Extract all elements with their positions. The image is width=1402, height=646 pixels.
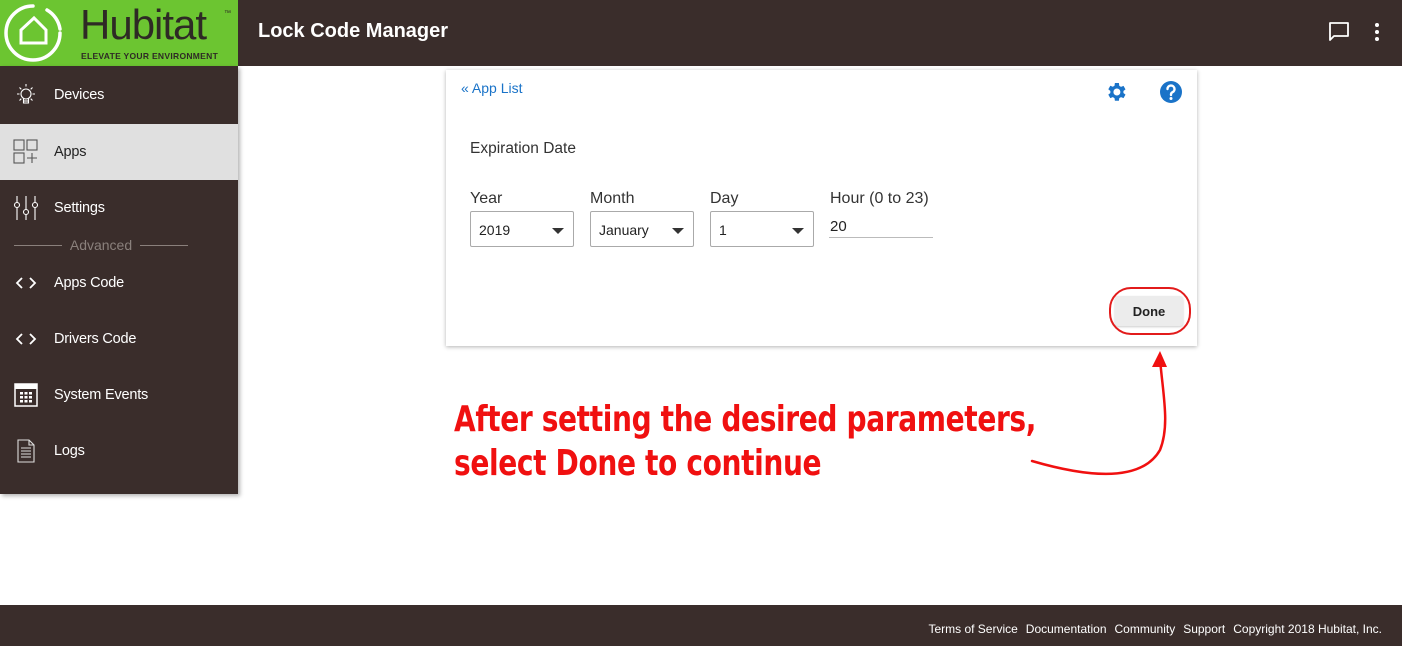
sidebar-item-system-events[interactable]: System Events	[0, 367, 238, 423]
chat-icon	[1329, 22, 1349, 41]
sidebar-item-label: Apps	[54, 144, 87, 160]
app-settings-card: « App List Expiration Date Year 2019 Mon…	[446, 70, 1197, 346]
sidebar-item-label: Logs	[54, 443, 85, 459]
terms-of-service-link[interactable]: Terms of Service	[928, 622, 1017, 636]
day-value: 1	[719, 222, 727, 238]
annotation-arrow-icon	[1030, 351, 1167, 476]
sidebar-item-label: System Events	[54, 387, 149, 403]
sidebar-item-label: Drivers Code	[54, 331, 137, 347]
help-icon[interactable]	[1158, 79, 1184, 105]
annotation-line-1: After setting the desired parameters,	[454, 399, 1037, 440]
caret-down-icon	[792, 228, 804, 234]
divider-line	[14, 244, 62, 246]
divider-line	[140, 244, 188, 246]
sidebar-item-drivers-code[interactable]: Drivers Code	[0, 311, 238, 367]
support-link[interactable]: Support	[1183, 622, 1225, 636]
done-button[interactable]: Done	[1115, 296, 1183, 326]
advanced-section-label: Advanced	[69, 237, 133, 253]
sliders-icon	[12, 194, 40, 222]
year-select[interactable]: 2019	[470, 211, 574, 247]
page-title: Lock Code Manager	[258, 20, 449, 42]
chat-button[interactable]	[1325, 18, 1353, 46]
more-options-button[interactable]	[1363, 18, 1391, 46]
code-icon	[12, 325, 40, 353]
calendar-icon	[12, 381, 40, 409]
sidebar-item-devices[interactable]: Devices	[0, 67, 238, 123]
sidebar-item-label: Settings	[54, 200, 105, 216]
code-icon	[12, 269, 40, 297]
hubitat-logo[interactable]: Hubitat ™ ELEVATE YOUR ENVIRONMENT	[0, 0, 238, 66]
footer: Terms of Service Documentation Community…	[0, 605, 1402, 646]
top-bar: Hubitat ™ ELEVATE YOUR ENVIRONMENT Lock …	[0, 0, 1402, 66]
more-vert-icon	[1375, 23, 1379, 41]
sidebar-item-apps[interactable]: Apps	[0, 124, 238, 180]
brand-tagline: ELEVATE YOUR ENVIRONMENT	[81, 51, 219, 61]
hour-input[interactable]	[829, 211, 933, 238]
sidebar: Devices Apps Settings Advanced Apps Code…	[0, 66, 238, 494]
advanced-section-divider: Advanced	[14, 236, 188, 254]
sidebar-item-apps-code[interactable]: Apps Code	[0, 255, 238, 311]
month-select[interactable]: January	[590, 211, 694, 247]
lightbulb-icon	[12, 81, 40, 109]
year-value: 2019	[479, 222, 511, 238]
gear-icon[interactable]	[1104, 80, 1128, 104]
section-title: Expiration Date	[470, 140, 576, 157]
month-value: January	[599, 222, 649, 238]
day-label: Day	[710, 190, 739, 207]
month-label: Month	[590, 190, 635, 207]
sidebar-item-label: Devices	[54, 87, 105, 103]
brand-trademark: ™	[224, 10, 231, 17]
documentation-link[interactable]: Documentation	[1026, 622, 1107, 636]
hour-label: Hour (0 to 23)	[830, 190, 929, 207]
community-link[interactable]: Community	[1115, 622, 1176, 636]
caret-down-icon	[672, 228, 684, 234]
year-label: Year	[470, 190, 503, 207]
house-logo-icon	[4, 4, 62, 62]
day-select[interactable]: 1	[710, 211, 814, 247]
sidebar-item-logs[interactable]: Logs	[0, 423, 238, 479]
apps-grid-icon	[12, 138, 40, 166]
annotation-text: After setting the desired parameters, se…	[454, 398, 1036, 486]
document-icon	[12, 437, 40, 465]
sidebar-item-label: Apps Code	[54, 275, 124, 291]
caret-down-icon	[552, 228, 564, 234]
brand-name: Hubitat	[80, 1, 207, 48]
footer-links: Terms of Service Documentation Community…	[928, 622, 1382, 636]
sidebar-item-settings[interactable]: Settings	[0, 180, 238, 236]
copyright-text: Copyright 2018 Hubitat, Inc.	[1233, 622, 1382, 636]
annotation-line-2: select Done to continue	[454, 443, 822, 484]
app-list-link[interactable]: « App List	[461, 80, 523, 96]
